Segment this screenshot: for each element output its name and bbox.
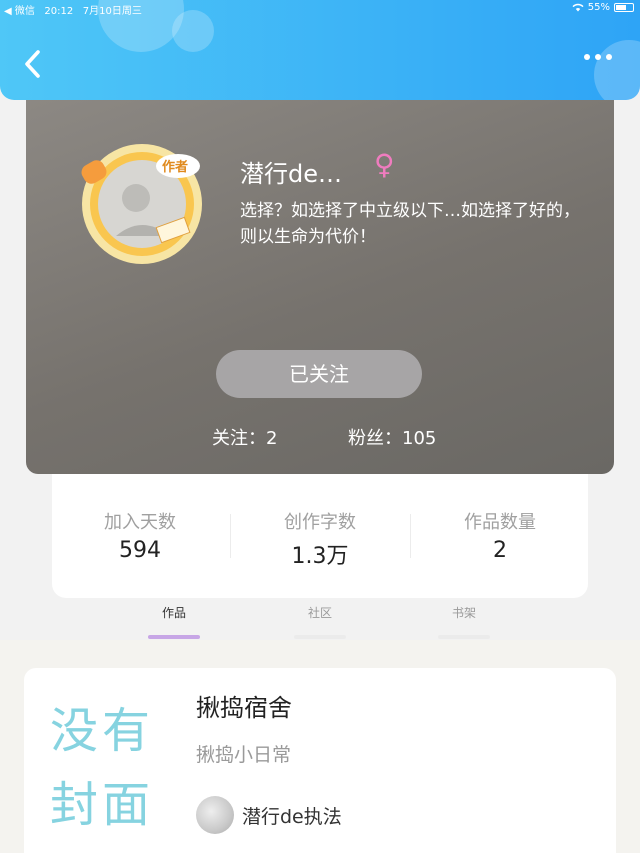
top-header: ◀ 微信 20:12 7月10日周三 55% bbox=[0, 0, 640, 100]
stat-value: 2 bbox=[493, 538, 507, 563]
followers-count[interactable]: 粉丝：105 bbox=[348, 424, 436, 450]
author-name: 潜行de执法 bbox=[242, 806, 342, 828]
stat-label: 创作字数 bbox=[284, 512, 356, 533]
following-count[interactable]: 关注：2 bbox=[212, 424, 277, 450]
stat-join-days: 加入天数 594 bbox=[60, 508, 220, 563]
cover-placeholder: 没有封面 bbox=[50, 703, 155, 833]
follow-button[interactable]: 已关注 bbox=[216, 350, 422, 398]
tab-indicator bbox=[148, 635, 200, 639]
author-badge: 作者 bbox=[162, 160, 189, 175]
author-avatar bbox=[196, 796, 234, 834]
battery-icon bbox=[614, 3, 634, 12]
status-carrier: ◀ 微信 bbox=[4, 6, 35, 17]
status-date: 7月10日周三 bbox=[82, 6, 142, 17]
avatar[interactable]: 作者 bbox=[78, 140, 206, 268]
stat-value: 594 bbox=[119, 538, 161, 563]
work-subtitle: 揪捣小日常 bbox=[196, 744, 292, 766]
profile-bio: 选择？如选择了中立级以下…如选择了好的，则以生命为代价！ bbox=[240, 201, 580, 247]
chevron-left-icon bbox=[25, 50, 40, 78]
decor-bubble bbox=[172, 10, 214, 52]
stat-works-count: 作品数量 2 bbox=[420, 508, 580, 563]
tab-community[interactable]: 社区 bbox=[280, 604, 360, 639]
work-card[interactable]: 没有封面 揪捣宿舍 揪捣小日常 潜行de执法 bbox=[24, 668, 616, 853]
tab-bookshelf[interactable]: 书架 bbox=[424, 604, 504, 639]
tab-indicator bbox=[438, 635, 490, 639]
tab-works[interactable]: 作品 bbox=[134, 604, 214, 639]
tab-label: 书架 bbox=[451, 606, 476, 620]
female-gender-icon: ♀ bbox=[374, 148, 395, 181]
stat-label: 加入天数 bbox=[104, 512, 176, 533]
tab-label: 作品 bbox=[161, 606, 186, 620]
work-title: 揪捣宿舍 bbox=[196, 694, 292, 722]
stat-value: 1.3万 bbox=[291, 544, 349, 569]
tab-bar: 作品 社区 书架 bbox=[0, 598, 640, 639]
back-button[interactable] bbox=[18, 46, 52, 82]
profile-name: 潜行de… bbox=[240, 160, 342, 188]
more-button[interactable] bbox=[584, 54, 612, 60]
stats-panel: 加入天数 594 创作字数 1.3万 作品数量 2 bbox=[52, 474, 588, 598]
more-dots-icon bbox=[584, 54, 590, 60]
status-bar: ◀ 微信 20:12 7月10日周三 55% bbox=[0, 0, 640, 17]
status-time: 20:12 bbox=[44, 6, 74, 17]
tab-label: 社区 bbox=[307, 606, 332, 620]
wifi-icon bbox=[572, 3, 584, 12]
divider bbox=[230, 514, 231, 558]
stat-label: 作品数量 bbox=[464, 512, 536, 533]
decor-bubble bbox=[594, 40, 640, 100]
tab-indicator bbox=[294, 635, 346, 639]
stat-word-count: 创作字数 1.3万 bbox=[240, 508, 400, 570]
divider bbox=[410, 514, 411, 558]
battery-percent: 55% bbox=[587, 2, 610, 13]
profile-card: 作者 潜行de… ♀ 选择？如选择了中立级以下…如选择了好的，则以生命为代价！ … bbox=[26, 88, 614, 474]
